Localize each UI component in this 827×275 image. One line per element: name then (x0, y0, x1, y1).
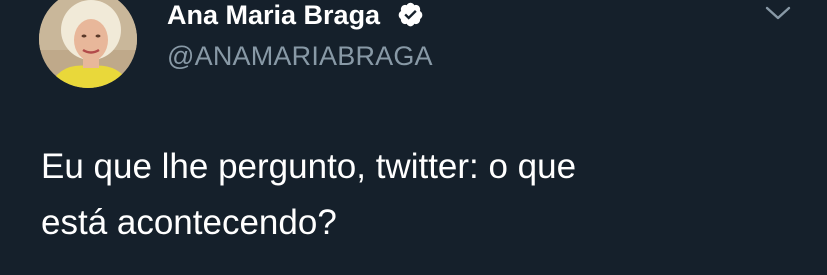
tweet[interactable]: Ana Maria Braga @ANAMARIABRAGA Eu que lh… (0, 0, 827, 275)
tweet-text-line: Eu que lhe pergunto, twitter: o que (41, 147, 577, 186)
author-avatar[interactable] (39, 0, 137, 88)
avatar-photo-icon (39, 0, 137, 88)
tweet-text-line: está acontecendo? (41, 203, 337, 242)
tweet-text: Eu que lhe pergunto, twitter: o que está… (41, 139, 801, 251)
chevron-down-icon[interactable] (763, 2, 793, 24)
author-display-name[interactable]: Ana Maria Braga (167, 0, 380, 33)
verified-badge-icon (398, 2, 423, 27)
author-handle[interactable]: @ANAMARIABRAGA (167, 38, 433, 74)
